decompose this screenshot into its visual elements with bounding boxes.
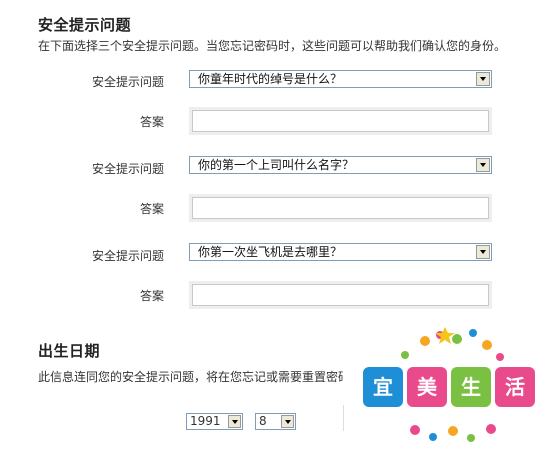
birth-month-select[interactable]: 8 — [255, 413, 296, 430]
chevron-down-icon[interactable] — [476, 72, 490, 86]
question-label-1: 安全提示问题 — [91, 75, 164, 89]
birth-year-select[interactable]: 1991 — [186, 413, 243, 430]
section-title-security: 安全提示问题 — [38, 16, 132, 34]
birth-month-value: 8 — [259, 414, 267, 428]
chevron-down-icon[interactable] — [228, 415, 241, 428]
chevron-down-icon[interactable] — [281, 415, 294, 428]
question-select-3[interactable]: 你第一次坐飞机是去哪里？ — [189, 243, 492, 261]
security-description: 在下面选择三个安全提示问题。当您忘记密码时，这些问题可以帮助我们确认您的身份。 — [38, 39, 507, 53]
birth-year-value: 1991 — [190, 414, 221, 428]
question-select-2-value: 你的第一个上司叫什么名字？ — [198, 158, 355, 172]
answer-field-3-wrapper — [189, 281, 492, 309]
answer-field-1[interactable] — [192, 110, 489, 132]
answer-field-2-wrapper — [189, 194, 492, 222]
watermark-char-1: 宜 — [363, 367, 403, 407]
question-label-3: 安全提示问题 — [91, 249, 164, 263]
answer-field-3[interactable] — [192, 284, 489, 306]
watermark-logo: 宜 美 生 活 — [345, 325, 553, 452]
birthdate-description: 此信息连同您的安全提示问题，将在您忘记或需要重置密码 — [38, 370, 343, 384]
question-select-2[interactable]: 你的第一个上司叫什么名字？ — [189, 156, 492, 174]
watermark-char-2: 美 — [407, 367, 447, 407]
chevron-down-icon[interactable] — [476, 158, 490, 172]
watermark-char-3: 生 — [451, 367, 491, 407]
divider — [343, 405, 344, 431]
question-label-2: 安全提示问题 — [91, 162, 164, 176]
answer-label-2: 答案 — [139, 202, 164, 216]
answer-label-3: 答案 — [139, 289, 164, 303]
answer-field-1-wrapper — [189, 107, 492, 135]
answer-label-1: 答案 — [139, 115, 164, 129]
section-title-birthdate: 出生日期 — [38, 342, 101, 360]
answer-field-2[interactable] — [192, 197, 489, 219]
watermark-char-4: 活 — [495, 367, 535, 407]
question-select-3-value: 你第一次坐飞机是去哪里？ — [198, 245, 343, 259]
question-select-1[interactable]: 你童年时代的绰号是什么？ — [189, 70, 492, 88]
chevron-down-icon[interactable] — [476, 245, 490, 259]
question-select-1-value: 你童年时代的绰号是什么？ — [198, 72, 343, 86]
